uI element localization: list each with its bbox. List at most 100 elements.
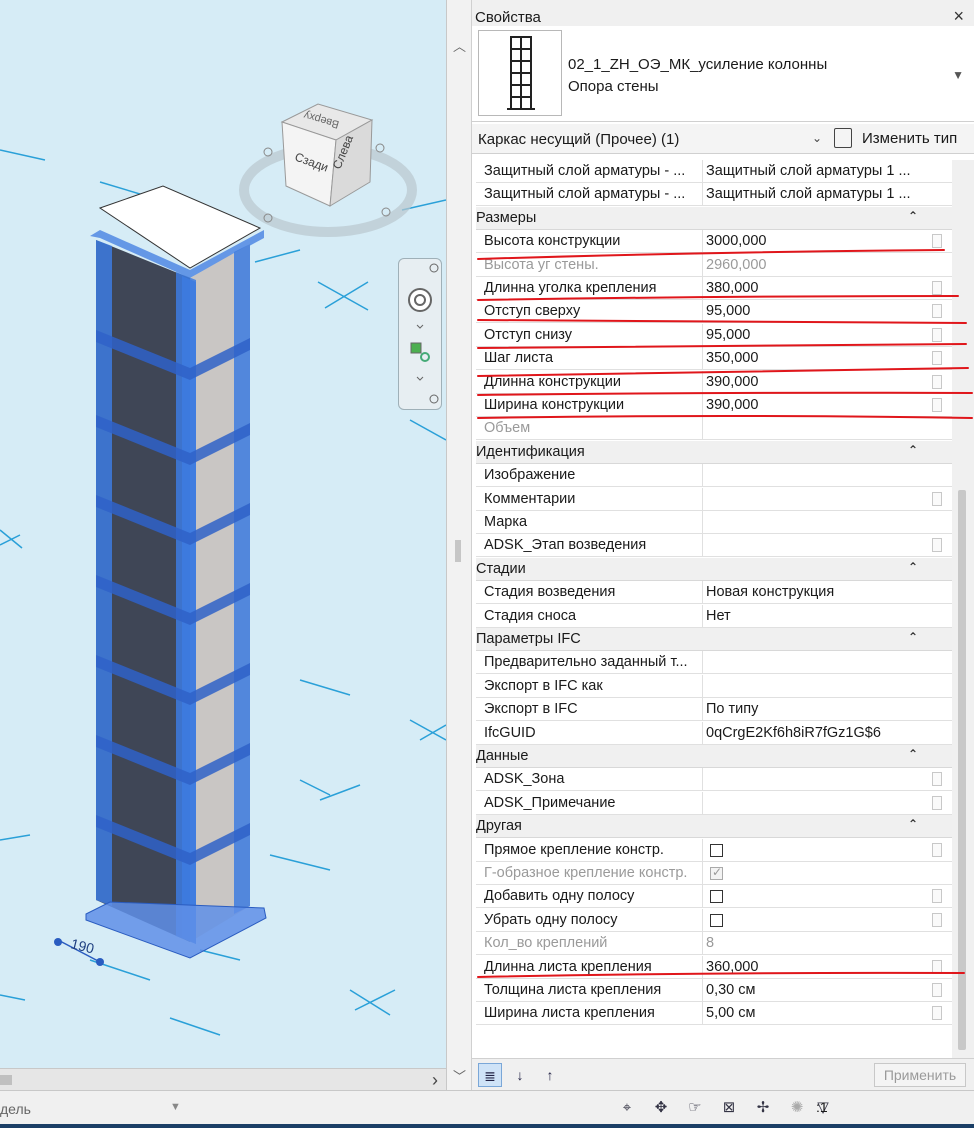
property-row[interactable]: Экспорт в IFC как	[476, 674, 952, 698]
property-row[interactable]: Комментарии	[476, 487, 952, 511]
property-value[interactable]: 360,000	[706, 959, 928, 975]
associate-parameter-button[interactable]	[932, 234, 942, 249]
close-icon[interactable]: ×	[953, 6, 964, 27]
property-group[interactable]: Размеры ⌃	[476, 206, 952, 230]
collapse-icon[interactable]: ⌃	[908, 560, 918, 574]
collapse-icon[interactable]: ⌃	[908, 443, 918, 457]
associate-parameter-button[interactable]	[932, 304, 942, 319]
sort-descending-icon[interactable]: ↑	[538, 1063, 562, 1087]
select-pinned-icon[interactable]: ☞	[684, 1097, 706, 1119]
categorized-view-icon[interactable]: ≣	[478, 1063, 502, 1087]
associate-parameter-button[interactable]	[932, 842, 942, 857]
associate-parameter-button[interactable]	[932, 538, 942, 553]
property-row[interactable]: Предварительно заданный т...	[476, 651, 952, 675]
chevron-down-icon[interactable]: ▼	[170, 1101, 181, 1113]
property-value[interactable]: Защитный слой арматуры 1 ...	[706, 186, 928, 202]
property-row[interactable]: Защитный слой арматуры - ... Защитный сло…	[476, 160, 952, 183]
property-row[interactable]: Защитный слой арматуры - ... Защитный сло…	[476, 183, 952, 207]
property-row[interactable]: Убрать одну полосу	[476, 908, 952, 932]
scroll-thumb[interactable]	[958, 490, 966, 1050]
associate-parameter-button[interactable]	[932, 327, 942, 342]
property-row[interactable]: Прямое крепление констр.	[476, 838, 952, 862]
associate-parameter-button[interactable]	[932, 1006, 942, 1021]
property-row[interactable]: Длинна листа крепления 360,000	[476, 955, 952, 979]
type-selector[interactable]: 02_1_ZH_ОЭ_МК_усиление колонны Опора сте…	[472, 26, 974, 122]
property-row[interactable]: Отступ сверху 95,000	[476, 300, 952, 324]
property-row[interactable]: Ширина конструкции 390,000	[476, 394, 952, 417]
property-row[interactable]: Стадия сноса Нет	[476, 604, 952, 628]
select-by-face-icon[interactable]: ⊠	[718, 1097, 740, 1119]
associate-parameter-button[interactable]	[932, 772, 942, 787]
property-row[interactable]: Отступ снизу 95,000	[476, 323, 952, 347]
property-value[interactable]: 3000,000	[706, 233, 928, 249]
viewport-horizontal-scrollbar[interactable]: ›	[0, 1068, 446, 1090]
apply-button[interactable]: Применить	[874, 1063, 966, 1087]
collapse-icon[interactable]: ⌃	[908, 817, 918, 831]
property-group[interactable]: Параметры IFC ⌃	[476, 628, 952, 651]
collapse-icon[interactable]: ⌃	[908, 630, 918, 644]
property-row[interactable]: IfcGUID 0qCrgE2Kf6h8iR7fGz1G$6	[476, 721, 952, 745]
property-value[interactable]: 0,30 см	[706, 982, 928, 998]
property-row[interactable]: Высота конструкции 3000,000	[476, 230, 952, 254]
associate-parameter-button[interactable]	[932, 912, 942, 927]
property-row[interactable]: Ширина листа крепления 5,00 см	[476, 1002, 952, 1026]
collapse-icon[interactable]: ⌃	[908, 209, 918, 223]
property-row[interactable]: ADSK_Зона	[476, 768, 952, 792]
property-value[interactable]: Новая конструкция	[706, 584, 928, 600]
property-checkbox[interactable]	[710, 890, 723, 904]
property-value[interactable]: 95,000	[706, 327, 928, 343]
property-checkbox[interactable]	[710, 843, 723, 857]
associate-parameter-button[interactable]	[932, 281, 942, 295]
property-value[interactable]: По типу	[706, 701, 928, 717]
scroll-down-arrow[interactable]: ﹀	[453, 1066, 466, 1085]
collapse-icon[interactable]: ⌃	[908, 747, 918, 761]
associate-parameter-button[interactable]	[932, 795, 942, 810]
scroll-thumb[interactable]	[0, 1075, 12, 1085]
splitter-grip[interactable]	[455, 540, 461, 562]
scroll-up-arrow[interactable]: ︿	[453, 36, 466, 55]
property-row[interactable]: Марка	[476, 511, 952, 534]
property-row[interactable]: Шаг листа 350,000	[476, 347, 952, 371]
property-row[interactable]: Изображение	[476, 464, 952, 488]
associate-parameter-button[interactable]	[932, 491, 942, 506]
scroll-right-arrow[interactable]: ›	[432, 1069, 438, 1090]
property-row[interactable]: ADSK_Этап возведения	[476, 534, 952, 558]
chevron-down-icon[interactable]: ⌄	[812, 131, 822, 145]
property-group[interactable]: Другая ⌃	[476, 815, 952, 839]
property-checkbox[interactable]	[710, 913, 723, 927]
property-row[interactable]: Длинна конструкции 390,000	[476, 370, 952, 394]
property-value[interactable]: Нет	[706, 608, 928, 624]
property-value[interactable]: 0qCrgE2Kf6h8iR7fGz1G$6	[706, 725, 928, 741]
property-value[interactable]: Защитный слой арматуры 1 ...	[706, 163, 928, 179]
property-row[interactable]: Длинна уголка крепления 380,000	[476, 277, 952, 300]
drag-elements-icon[interactable]: ✢	[752, 1097, 774, 1119]
associate-parameter-button[interactable]	[932, 351, 942, 366]
panel-splitter[interactable]: ︿ ﹀	[446, 0, 472, 1090]
associate-parameter-button[interactable]	[932, 959, 942, 974]
property-group[interactable]: Идентификация ⌃	[476, 440, 952, 464]
3d-viewport[interactable]: 190 Сзади Слева Вверху ›	[0, 0, 446, 1090]
navigation-bar[interactable]	[398, 258, 442, 410]
property-row[interactable]: Экспорт в IFC По типу	[476, 698, 952, 722]
property-value[interactable]: 390,000	[706, 397, 928, 413]
property-value[interactable]: 95,000	[706, 303, 928, 319]
edit-type-button[interactable]: Изменить тип	[832, 127, 970, 151]
property-value[interactable]: 5,00 см	[706, 1005, 928, 1021]
property-row[interactable]: Стадия возведения Новая конструкция	[476, 581, 952, 605]
property-value[interactable]: 390,000	[706, 374, 928, 390]
viewcube[interactable]: Сзади Слева Вверху	[239, 103, 417, 237]
property-row[interactable]: ADSK_Примечание	[476, 791, 952, 815]
associate-parameter-button[interactable]	[932, 889, 942, 904]
associate-parameter-button[interactable]	[932, 983, 942, 997]
property-group[interactable]: Данные ⌃	[476, 745, 952, 768]
category-filter-label[interactable]: Каркас несущий (Прочее) (1)	[478, 131, 679, 148]
property-row[interactable]: Добавить одну полосу	[476, 885, 952, 909]
sort-ascending-icon[interactable]: ↓	[508, 1063, 532, 1087]
select-links-icon[interactable]: ⌖	[616, 1097, 638, 1119]
chevron-down-icon[interactable]: ▼	[952, 68, 964, 82]
property-value[interactable]: 380,000	[706, 280, 928, 296]
select-underlay-icon[interactable]: ✥	[650, 1097, 672, 1119]
property-value[interactable]: 350,000	[706, 350, 928, 366]
properties-vertical-scrollbar[interactable]	[952, 160, 974, 1058]
category-filter[interactable]: Каркас несущий (Прочее) (1) ⌄ Изменить т…	[472, 124, 974, 154]
